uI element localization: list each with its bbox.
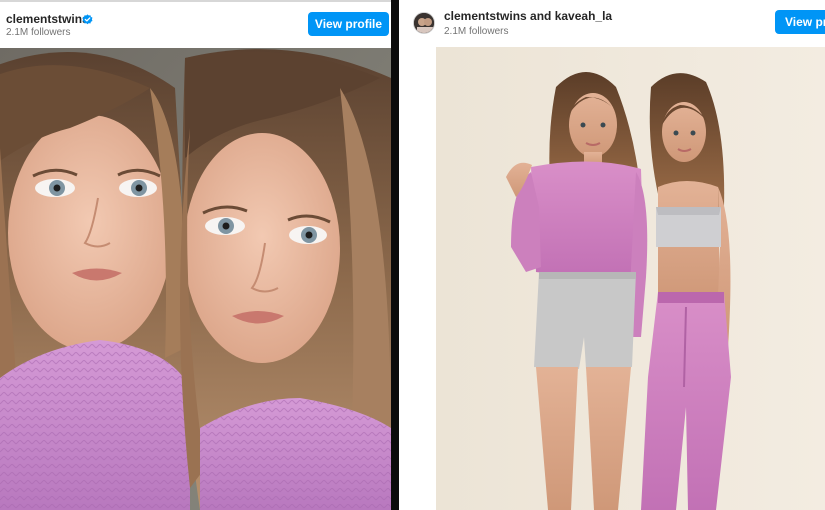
view-profile-button[interactable]: View profile: [775, 10, 825, 34]
post-header-right: clementstwins and kaveah_la 2.1M followe…: [399, 0, 825, 48]
username-link[interactable]: clementstwins: [6, 12, 89, 26]
post-image-twins-fullbody[interactable]: [436, 47, 825, 510]
panel-divider: [391, 0, 399, 510]
username-link[interactable]: clementstwins and kaveah_la: [444, 9, 612, 23]
followers-count: 2.1M followers: [6, 27, 71, 38]
followers-count: 2.1M followers: [444, 26, 509, 37]
post-header-left: clementstwins 2.1M followers View profil…: [0, 0, 391, 48]
view-profile-button[interactable]: View profile: [308, 12, 389, 36]
post-card-right: clementstwins and kaveah_la 2.1M followe…: [399, 0, 825, 510]
profile-avatar[interactable]: [413, 12, 435, 34]
post-card-left: clementstwins 2.1M followers View profil…: [0, 0, 391, 510]
post-image-twins-closeup[interactable]: [0, 48, 391, 510]
verified-badge-icon: [82, 14, 93, 25]
